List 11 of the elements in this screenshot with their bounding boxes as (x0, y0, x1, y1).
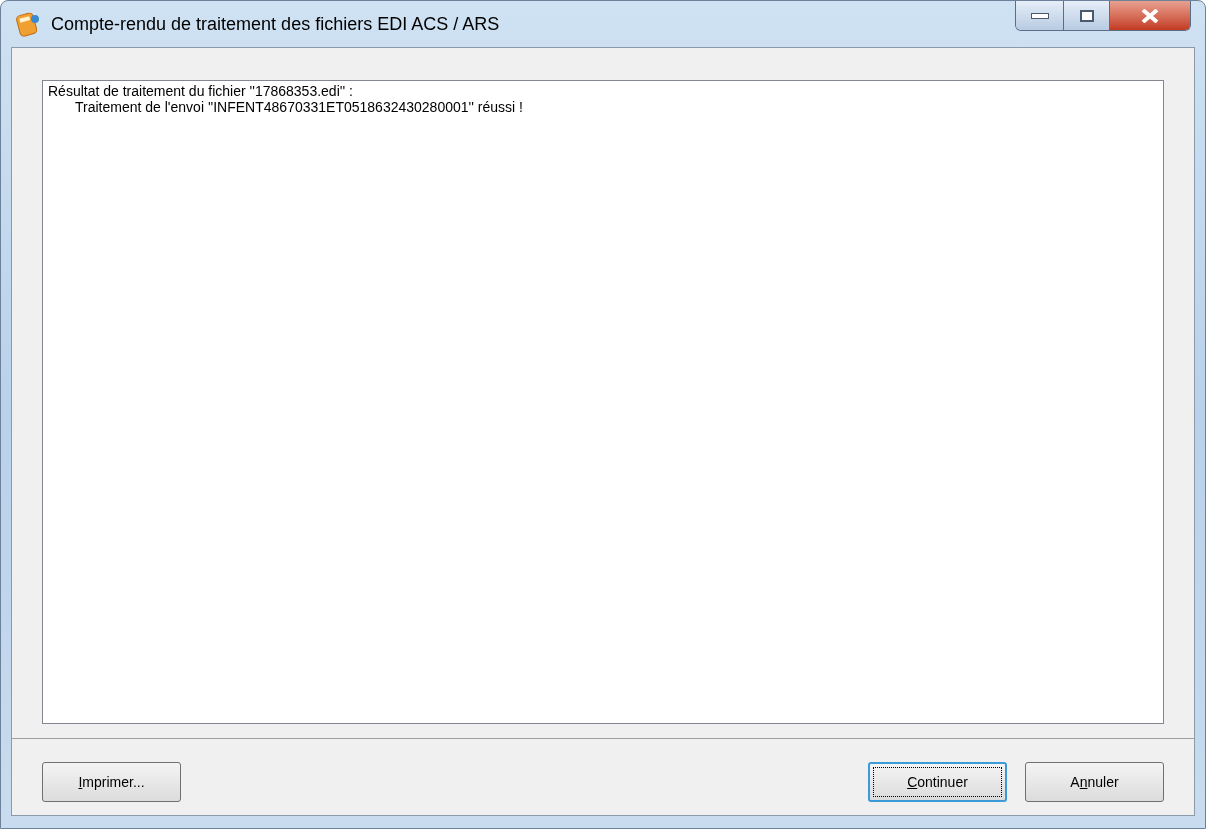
close-icon (1141, 8, 1159, 23)
calculator-icon (15, 11, 41, 37)
close-button[interactable] (1110, 1, 1190, 30)
dialog-button[interactable]: Imprimer... (42, 762, 181, 802)
minimize-button[interactable] (1016, 1, 1064, 30)
report-line: Résultat de traitement du fichier ''17868353.edi'' : (48, 83, 354, 99)
dialog-button[interactable]: Annuler (1025, 762, 1164, 802)
dialog-button[interactable]: Continuer (868, 762, 1007, 802)
window-title: Compte-rendu de traitement des fichiers EDI ACS / ARS (51, 12, 500, 36)
maximize-button[interactable] (1064, 1, 1110, 30)
report-line: Traitement de l'envoi ''INFENT48670331ET0518632430280001'' réussi ! (74, 99, 524, 115)
